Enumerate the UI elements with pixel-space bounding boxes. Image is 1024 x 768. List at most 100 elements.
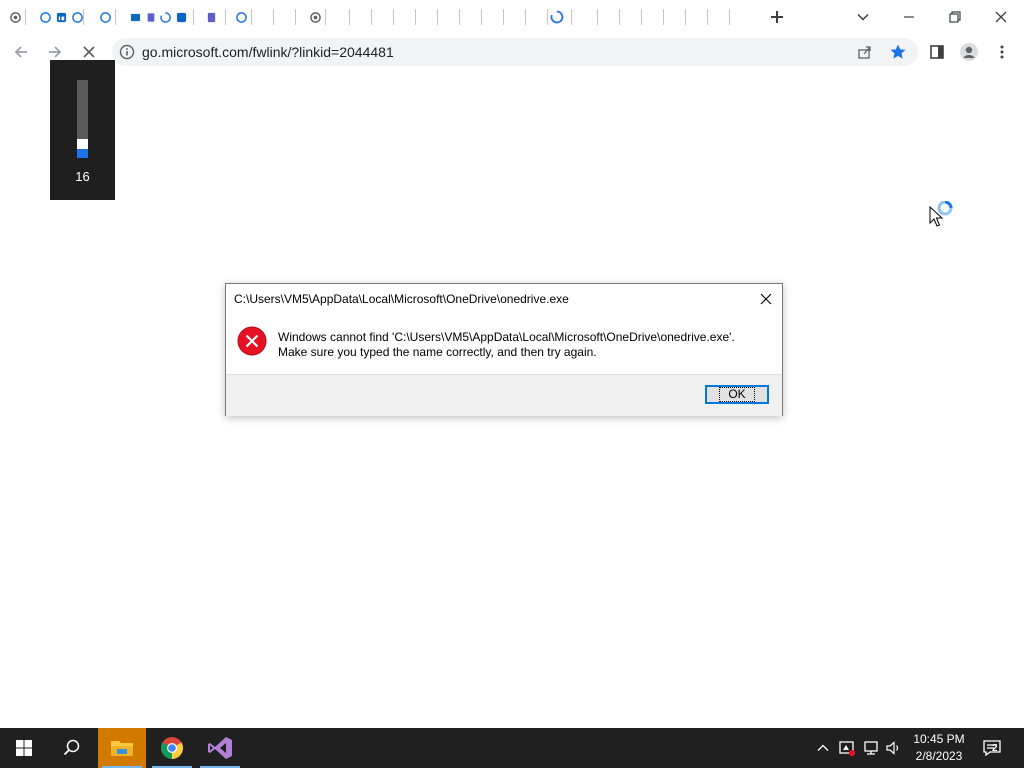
profile-button[interactable] bbox=[956, 39, 982, 65]
dialog-message: Windows cannot find 'C:\Users\VM5\AppDat… bbox=[278, 330, 735, 360]
tab-search-button[interactable] bbox=[850, 4, 876, 30]
taskbar-chrome[interactable] bbox=[148, 728, 196, 768]
chrome-favicon-icon bbox=[10, 11, 21, 23]
minimize-icon bbox=[904, 16, 914, 18]
tab[interactable] bbox=[578, 7, 598, 27]
tab[interactable] bbox=[276, 7, 296, 27]
tab[interactable] bbox=[440, 7, 460, 27]
chrome-icon bbox=[161, 737, 183, 759]
tab[interactable] bbox=[202, 7, 226, 27]
chevron-down-icon bbox=[857, 13, 869, 21]
tab[interactable] bbox=[528, 7, 548, 27]
network-icon bbox=[864, 741, 878, 755]
tab[interactable] bbox=[600, 7, 620, 27]
tab-active[interactable] bbox=[546, 7, 572, 27]
close-icon bbox=[760, 293, 772, 305]
volume-thumb bbox=[77, 139, 88, 149]
error-dialog: C:\Users\VM5\AppData\Local\Microsoft\One… bbox=[225, 283, 783, 416]
side-panel-icon bbox=[930, 45, 944, 59]
tab[interactable] bbox=[506, 7, 526, 27]
tab[interactable] bbox=[710, 7, 730, 27]
dialog-message-line: Make sure you typed the name correctly, … bbox=[278, 345, 597, 359]
ok-button[interactable]: OK bbox=[705, 385, 769, 404]
tab[interactable] bbox=[666, 7, 686, 27]
dialog-footer: OK bbox=[226, 374, 782, 416]
edge-favicon-icon bbox=[100, 11, 111, 23]
tab[interactable] bbox=[484, 7, 504, 27]
tab[interactable] bbox=[142, 7, 156, 27]
dialog-close-button[interactable] bbox=[756, 290, 776, 308]
tab[interactable] bbox=[352, 7, 372, 27]
notification-count: 2 bbox=[992, 743, 998, 754]
tab[interactable] bbox=[126, 7, 142, 27]
tab[interactable] bbox=[644, 7, 664, 27]
edge-favicon-icon bbox=[236, 11, 247, 23]
folder-icon bbox=[111, 741, 133, 756]
teams-favicon-icon bbox=[207, 12, 216, 22]
close-window-button[interactable] bbox=[988, 4, 1014, 30]
minimize-button[interactable] bbox=[896, 4, 922, 30]
tab[interactable] bbox=[688, 7, 708, 27]
tab[interactable] bbox=[172, 7, 194, 27]
tab[interactable] bbox=[254, 7, 274, 27]
edge-favicon-icon bbox=[72, 11, 83, 23]
error-icon bbox=[237, 326, 267, 356]
search-icon bbox=[63, 739, 80, 756]
back-button[interactable] bbox=[8, 39, 34, 65]
show-hidden-icons-button[interactable] bbox=[813, 738, 833, 758]
clock-date: 2/8/2023 bbox=[915, 749, 963, 763]
menu-button[interactable] bbox=[989, 39, 1015, 65]
clock[interactable]: 10:45 PM 2/8/2023 bbox=[906, 731, 972, 765]
close-icon bbox=[995, 11, 1007, 23]
new-tab-button[interactable] bbox=[766, 6, 788, 28]
network-button[interactable] bbox=[861, 738, 881, 758]
linkedin-favicon-icon bbox=[56, 12, 67, 22]
ok-button-label: OK bbox=[719, 387, 755, 402]
start-button[interactable] bbox=[0, 728, 48, 768]
stop-x-icon bbox=[83, 46, 95, 58]
teams-favicon-icon bbox=[147, 12, 155, 22]
volume-fill bbox=[77, 149, 88, 158]
arrow-left-icon bbox=[14, 46, 27, 58]
tab[interactable] bbox=[306, 7, 326, 27]
tab[interactable] bbox=[52, 7, 68, 27]
restore-icon bbox=[949, 11, 961, 23]
tab-strip bbox=[0, 0, 1024, 34]
taskbar-file-explorer[interactable] bbox=[98, 728, 146, 768]
tray-app-icon[interactable] bbox=[837, 738, 857, 758]
tab[interactable] bbox=[396, 7, 416, 27]
outlook-favicon-icon bbox=[130, 13, 141, 21]
visual-studio-icon bbox=[208, 737, 232, 759]
tab[interactable] bbox=[462, 7, 482, 27]
restore-button[interactable] bbox=[942, 4, 968, 30]
tab[interactable] bbox=[622, 7, 642, 27]
volume-button[interactable] bbox=[884, 738, 904, 758]
speaker-icon bbox=[886, 741, 899, 755]
tab[interactable] bbox=[418, 7, 438, 27]
tab[interactable] bbox=[6, 7, 26, 27]
tab[interactable] bbox=[330, 7, 350, 27]
bookmark-star-icon[interactable] bbox=[889, 43, 907, 61]
edge-favicon-icon bbox=[40, 11, 51, 23]
taskbar-visual-studio[interactable] bbox=[196, 728, 244, 768]
dialog-message-line: Windows cannot find 'C:\Users\VM5\AppDat… bbox=[278, 330, 735, 344]
chrome-favicon-icon bbox=[310, 11, 321, 23]
browser-toolbar: go.microsoft.com/fwlink/?linkid=2044481 bbox=[0, 34, 1024, 70]
tab[interactable] bbox=[36, 7, 52, 27]
profile-avatar-icon bbox=[960, 43, 978, 61]
search-button[interactable] bbox=[48, 728, 96, 768]
share-icon[interactable] bbox=[857, 44, 873, 60]
tab[interactable] bbox=[96, 7, 116, 27]
tab[interactable] bbox=[68, 7, 84, 27]
tab[interactable] bbox=[374, 7, 394, 27]
url-text[interactable]: go.microsoft.com/fwlink/?linkid=2044481 bbox=[142, 44, 394, 60]
side-panel-button[interactable] bbox=[924, 39, 950, 65]
taskbar: 10:45 PM 2/8/2023 2 bbox=[0, 728, 1024, 768]
arrow-right-icon bbox=[49, 46, 62, 58]
info-icon[interactable] bbox=[119, 44, 135, 60]
linkedin-favicon-icon bbox=[176, 12, 187, 22]
volume-track bbox=[77, 80, 88, 158]
busy-cursor-icon bbox=[929, 201, 953, 227]
tab[interactable] bbox=[232, 7, 252, 27]
address-bar[interactable]: go.microsoft.com/fwlink/?linkid=2044481 bbox=[112, 38, 918, 66]
